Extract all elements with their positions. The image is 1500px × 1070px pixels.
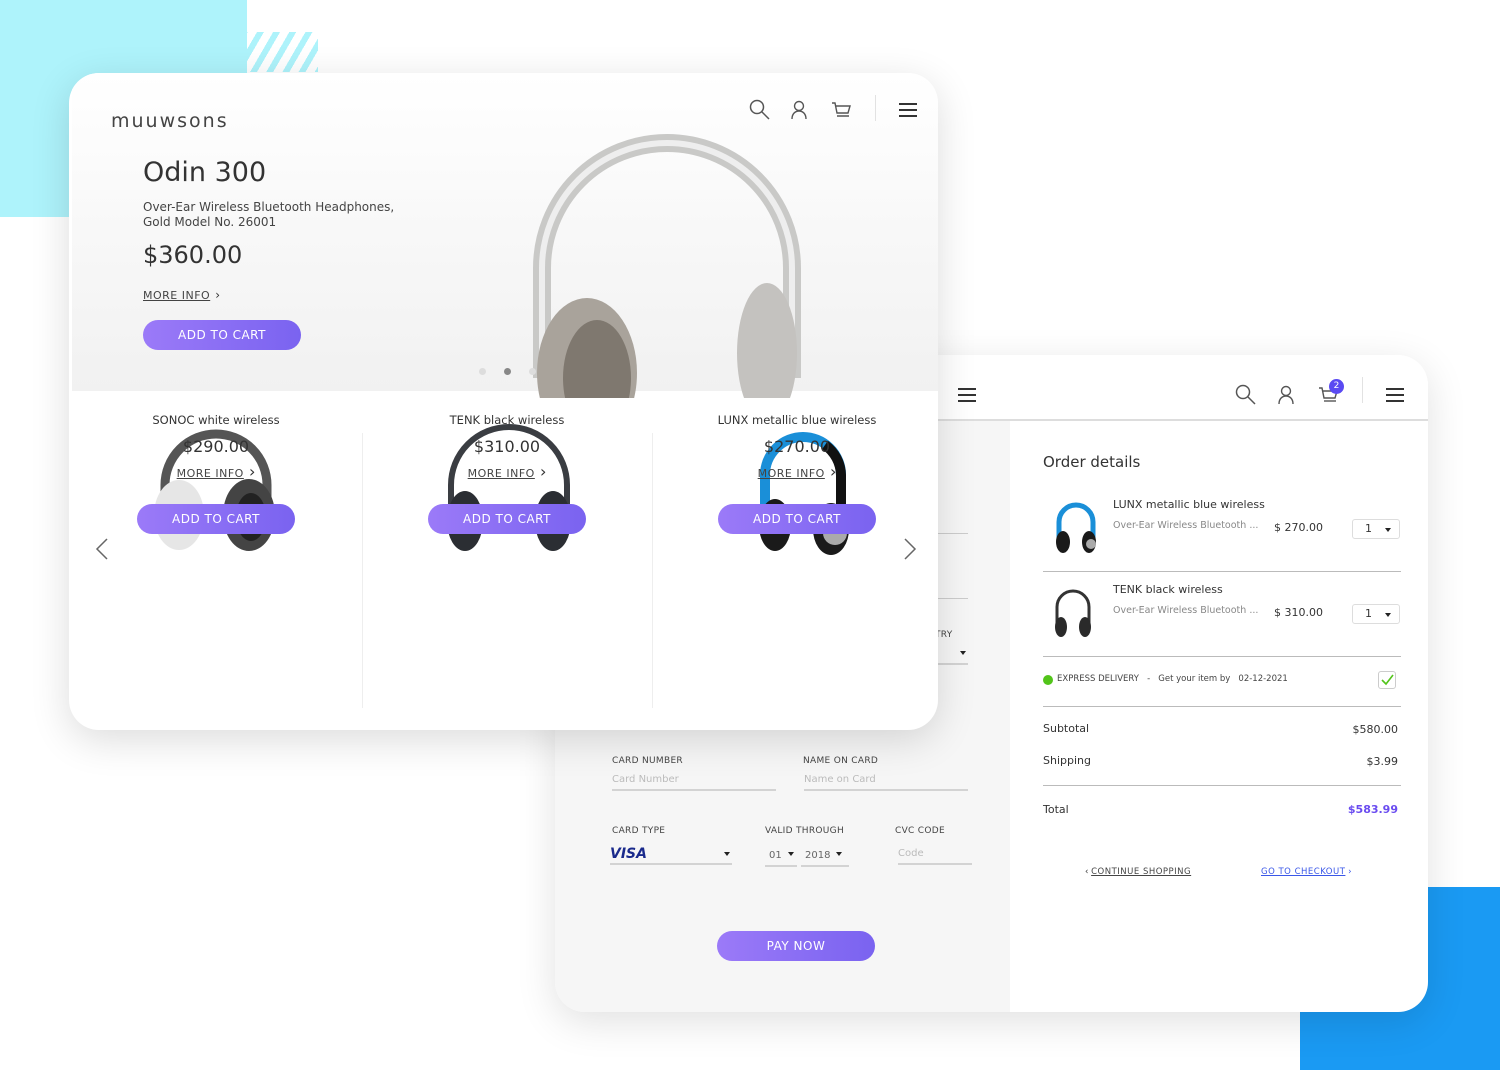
more-info-label: MORE INFO [176,467,244,480]
delivery-label: EXPRESS DELIVERY [1057,674,1139,684]
product-name: LUNX metallic blue wireless [717,413,877,427]
delivery-date: 02-12-2021 [1238,674,1288,684]
menu-icon[interactable] [1385,387,1405,403]
product-thumb-lunx [1056,502,1096,553]
hero-subtitle-line: Gold Model No. 26001 [143,215,277,229]
cart-icon[interactable] [831,101,851,119]
name-on-card-label: NAME ON CARD [803,756,879,766]
year-select[interactable]: 2018 [801,847,849,867]
continue-shopping-label: CONTINUE SHOPPING [1091,867,1192,877]
card-number-input[interactable]: Card Number [612,771,776,791]
year-value: 2018 [805,850,831,861]
more-info-label: MORE INFO [467,467,535,480]
product-tile: TENK black wireless $310.00 MORE INFO › … [362,413,652,534]
total-label: Total [1043,803,1069,816]
carousel-dot[interactable] [529,368,536,375]
product-price: $270.00 [763,437,831,456]
item-desc: Over-Ear Wireless Bluetooth ... [1113,520,1259,531]
carousel-dot[interactable] [479,368,486,375]
subtotal-value: $580.00 [1352,723,1399,736]
total-value: $583.99 [1347,803,1398,816]
item-price: $ 310.00 [1274,606,1323,619]
quantity-select[interactable]: 1 [1352,519,1400,539]
product-name: TENK black wireless [449,413,565,427]
cart-count: 2 [1333,381,1340,391]
delivery-checkbox[interactable] [1378,671,1396,689]
more-info-link[interactable]: MORE INFO › [71,462,361,481]
hero-add-to-cart-button[interactable]: ADD TO CART [143,320,301,350]
delivery-status-dot [1043,675,1053,685]
hero-subtitle: Over-Ear Wireless Bluetooth Headphones, G… [143,200,394,230]
product-tile: LUNX metallic blue wireless $270.00 MORE… [652,413,938,534]
hero-more-info-link[interactable]: MORE INFO › [143,284,220,303]
product-tile: SONOC white wireless $290.00 MORE INFO ›… [71,413,361,534]
shipping-label: Shipping [1043,754,1091,767]
product-price: $290.00 [182,437,250,456]
divider [875,95,876,121]
item-name: TENK black wireless [1113,583,1223,596]
chevron-right-icon[interactable] [903,537,917,561]
delivery-separator: - [1147,674,1151,684]
visa-logo: VISA [610,846,647,862]
cvc-label: CVC CODE [895,826,945,836]
add-to-cart-button[interactable]: ADD TO CART [428,504,586,534]
cart-badge: 2 [1329,379,1344,394]
product-thumb-tenk [1055,589,1091,637]
pay-now-button[interactable]: PAY NOW [717,931,875,961]
item-name: LUNX metallic blue wireless [1113,498,1265,511]
chevron-right-icon: › [215,288,221,302]
search-icon[interactable] [749,99,771,121]
name-on-card-input[interactable]: Name on Card [804,771,968,791]
shipping-value: $3.99 [1366,755,1399,768]
go-to-checkout-label: GO TO CHECKOUT [1261,867,1346,877]
card-type-select[interactable]: VISA [610,845,732,865]
user-icon[interactable] [790,100,808,120]
item-price: $ 270.00 [1274,521,1323,534]
divider [1043,706,1401,707]
hero-price: $360.00 [143,241,243,269]
menu-icon[interactable] [957,387,977,403]
decor-stripes [160,32,318,72]
more-info-label: MORE INFO [757,467,825,480]
continue-shopping-link[interactable]: ‹ CONTINUE SHOPPING [1085,867,1191,877]
express-delivery: EXPRESS DELIVERY - Get your item by 02-1… [1057,674,1288,684]
divider [1043,785,1401,786]
more-info-link[interactable]: MORE INFO › [652,462,938,481]
valid-through-label: VALID THROUGH [765,826,845,836]
cvc-input[interactable]: Code [898,845,972,865]
card-number-label: CARD NUMBER [612,756,683,766]
divider [1043,571,1401,572]
chevron-right-icon: › [248,462,256,481]
carousel-dot-active[interactable] [504,368,511,375]
product-name: SONOC white wireless [152,413,280,427]
month-value: 01 [769,850,782,861]
quantity-select[interactable]: 1 [1352,604,1400,624]
chevron-right-icon: › [539,462,547,481]
menu-icon[interactable] [898,102,918,118]
brand-logo[interactable]: muuwsons [111,110,229,132]
product-card: muuwsons Odin 300 Over-Ear Wireless Blue… [69,73,938,730]
month-select[interactable]: 01 [765,847,797,867]
check-icon [1381,674,1394,686]
chevron-right-icon: › [829,462,837,481]
hero-title: Odin 300 [143,157,267,188]
item-desc: Over-Ear Wireless Bluetooth ... [1113,605,1259,616]
product-price: $310.00 [473,437,541,456]
card-type-label: CARD TYPE [612,826,666,836]
more-info-link[interactable]: MORE INFO › [362,462,652,481]
user-icon[interactable] [1277,385,1295,405]
hero-headphones-image [533,134,801,398]
go-to-checkout-link[interactable]: GO TO CHECKOUT › [1261,867,1352,877]
subtotal-label: Subtotal [1043,722,1090,735]
order-details-title: Order details [1043,453,1141,471]
add-to-cart-button[interactable]: ADD TO CART [137,504,295,534]
more-info-label: MORE INFO [143,289,211,302]
search-icon[interactable] [1235,384,1257,406]
chevron-left-icon[interactable] [95,537,109,561]
hero-subtitle-line: Over-Ear Wireless Bluetooth Headphones, [143,200,395,214]
divider [1043,656,1401,657]
add-to-cart-button[interactable]: ADD TO CART [718,504,876,534]
divider [1362,377,1363,403]
delivery-text: Get your item by [1158,674,1231,684]
